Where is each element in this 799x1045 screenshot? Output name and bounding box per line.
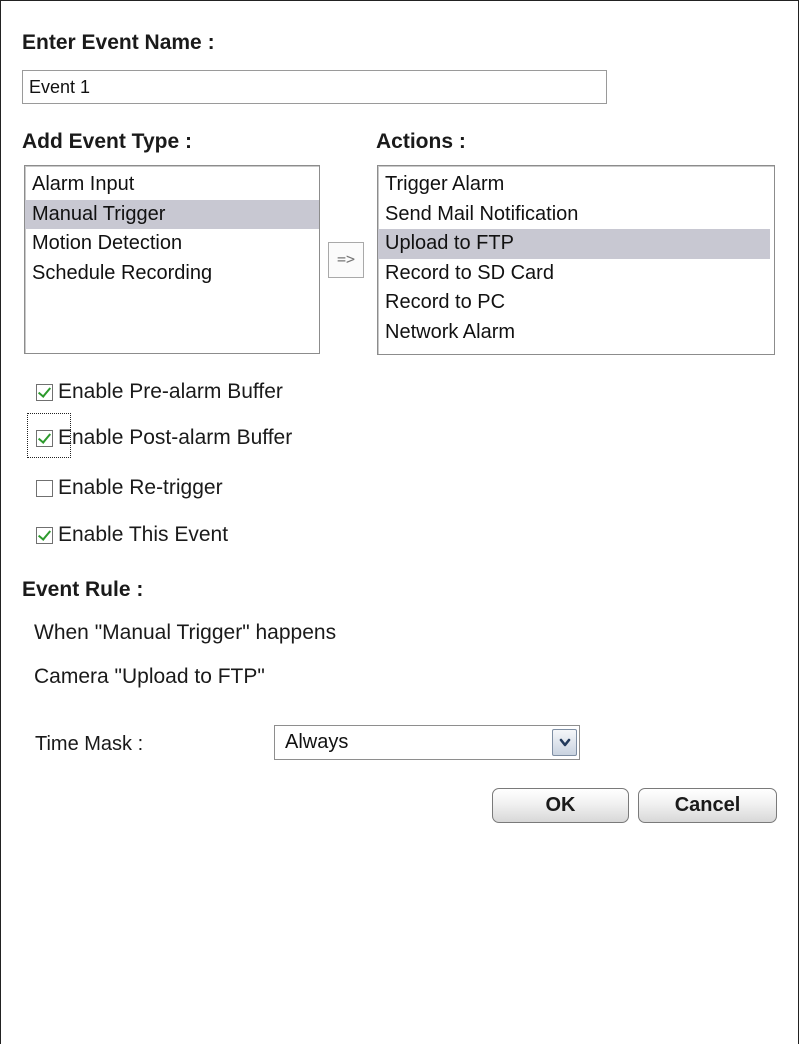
event-type-option[interactable]: Alarm Input (25, 170, 319, 200)
chevron-down-icon[interactable] (552, 729, 577, 756)
time-mask-value: Always (285, 731, 349, 753)
post-alarm-buffer-checkbox[interactable] (36, 429, 53, 447)
actions-heading: Actions : (376, 130, 466, 153)
add-action-arrow-button[interactable]: => (328, 242, 364, 278)
retrigger-checkbox[interactable] (36, 479, 53, 497)
time-mask-label: Time Mask : (35, 733, 144, 755)
cancel-button[interactable]: Cancel (638, 788, 777, 823)
action-option[interactable]: Trigger Alarm (378, 170, 774, 200)
action-option[interactable]: Network Alarm (378, 318, 774, 348)
event-type-listbox[interactable]: Alarm Input Manual Trigger Motion Detect… (24, 165, 320, 354)
ok-button[interactable]: OK (492, 788, 629, 823)
event-type-option-selected[interactable]: Manual Trigger (25, 199, 319, 229)
event-type-option[interactable]: Motion Detection (25, 229, 319, 259)
event-rule-when-text: When "Manual Trigger" happens (34, 621, 337, 644)
event-type-option[interactable]: Schedule Recording (25, 259, 319, 289)
enable-event-option[interactable]: Enable This Event (36, 520, 228, 550)
actions-listbox[interactable]: Trigger Alarm Send Mail Notification Upl… (377, 165, 775, 355)
time-mask-select[interactable]: Always (274, 725, 580, 760)
post-alarm-buffer-option[interactable]: Enable Post-alarm Buffer (36, 423, 292, 453)
retrigger-option[interactable]: Enable Re-trigger (36, 473, 223, 503)
enable-event-checkbox[interactable] (36, 526, 53, 544)
event-type-heading: Add Event Type : (22, 130, 192, 153)
post-alarm-buffer-label: Enable Post-alarm Buffer (58, 426, 293, 449)
pre-alarm-buffer-checkbox[interactable] (36, 383, 53, 401)
pre-alarm-buffer-option[interactable]: Enable Pre-alarm Buffer (36, 377, 283, 407)
action-option[interactable]: Send Mail Notification (378, 200, 774, 230)
event-name-input[interactable] (22, 70, 607, 104)
action-option[interactable]: Record to SD Card (378, 259, 774, 289)
retrigger-label: Enable Re-trigger (58, 476, 223, 499)
event-rule-heading: Event Rule : (22, 578, 144, 601)
action-option[interactable]: Record to PC (378, 288, 774, 318)
enable-event-label: Enable This Event (58, 523, 229, 546)
action-option-selected[interactable]: Upload to FTP (378, 229, 770, 259)
event-name-heading: Enter Event Name : (22, 31, 215, 54)
pre-alarm-buffer-label: Enable Pre-alarm Buffer (58, 380, 283, 403)
event-rule-camera-text: Camera "Upload to FTP" (34, 665, 265, 688)
